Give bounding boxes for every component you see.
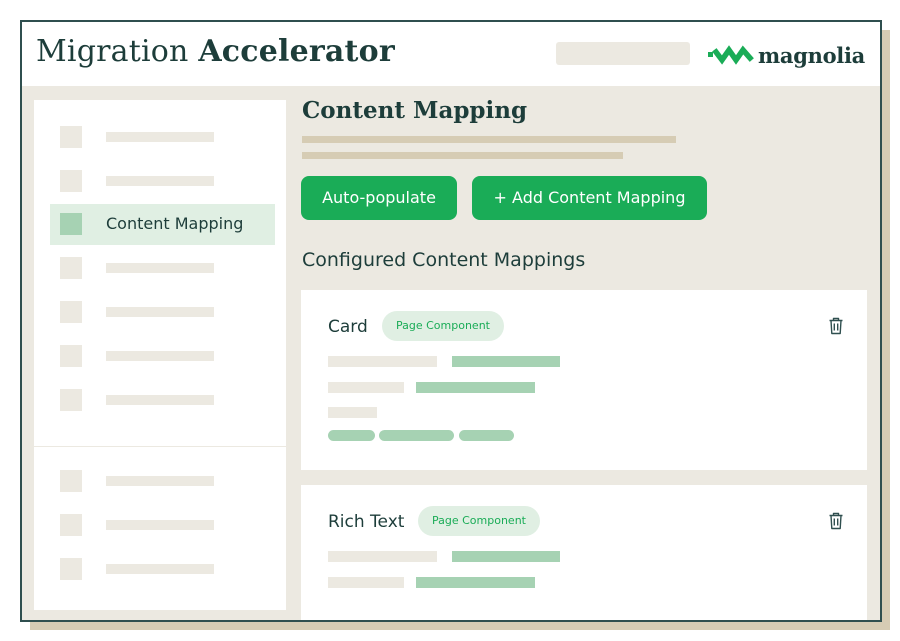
add-content-mapping-button[interactable]: + Add Content Mapping <box>472 176 707 220</box>
sidebar-item-label-placeholder <box>106 176 214 186</box>
field-label-placeholder <box>328 577 404 588</box>
mapping-card: Rich Text Page Component <box>301 485 867 620</box>
sidebar-item-label-placeholder <box>106 520 214 530</box>
sidebar-item-icon <box>60 558 82 580</box>
trash-icon[interactable] <box>828 317 844 335</box>
sidebar-item-content-mapping[interactable]: Content Mapping <box>50 204 275 245</box>
app-title-regular: Migration <box>36 34 189 69</box>
sidebar-item-icon <box>60 126 82 148</box>
sidebar-item[interactable] <box>34 248 286 288</box>
sidebar-item-label-placeholder <box>106 132 214 142</box>
sidebar-item-icon <box>60 470 82 492</box>
trash-icon[interactable] <box>828 512 844 530</box>
sidebar: Content Mapping <box>34 100 286 610</box>
app-title-bold: Accelerator <box>198 34 395 69</box>
brand-name: magnolia <box>758 42 865 68</box>
sidebar-item-label-placeholder <box>106 476 214 486</box>
sidebar-item-label-placeholder <box>106 351 214 361</box>
sidebar-item[interactable] <box>34 336 286 376</box>
field-label-placeholder <box>328 382 404 393</box>
mapping-name: Card <box>328 317 368 337</box>
sidebar-item-icon <box>60 257 82 279</box>
app-header: Migration Accelerator magnolia <box>22 22 880 86</box>
field-value-placeholder <box>416 577 535 588</box>
sidebar-bottom-item[interactable] <box>34 549 286 589</box>
sidebar-item[interactable] <box>34 380 286 420</box>
tag-placeholder <box>459 430 514 441</box>
field-label-placeholder <box>328 407 377 418</box>
sidebar-item-label-placeholder <box>106 564 214 574</box>
app-window: Migration Accelerator magnolia Content M… <box>20 20 882 622</box>
sidebar-item-label-placeholder <box>106 263 214 273</box>
description-placeholder <box>302 152 623 159</box>
magnolia-logo-icon <box>708 45 754 65</box>
sidebar-item-icon <box>60 301 82 323</box>
app-title: Migration Accelerator <box>36 34 395 69</box>
field-value-placeholder <box>452 551 560 562</box>
sidebar-divider <box>34 446 286 447</box>
mapping-type-badge: Page Component <box>382 311 504 341</box>
header-placeholder <box>556 42 690 65</box>
section-title: Configured Content Mappings <box>302 249 586 271</box>
field-value-placeholder <box>416 382 535 393</box>
sidebar-item-icon <box>60 170 82 192</box>
brand-logo[interactable]: magnolia <box>708 40 865 70</box>
auto-populate-button[interactable]: Auto-populate <box>301 176 457 220</box>
mapping-card: Card Page Component <box>301 290 867 470</box>
sidebar-item[interactable] <box>34 161 286 201</box>
field-label-placeholder <box>328 551 437 562</box>
page-title: Content Mapping <box>302 97 528 124</box>
sidebar-item-icon <box>60 514 82 536</box>
sidebar-item[interactable] <box>34 117 286 157</box>
mapping-name: Rich Text <box>328 512 405 532</box>
sidebar-bottom-item[interactable] <box>34 505 286 545</box>
field-value-placeholder <box>452 356 560 367</box>
field-label-placeholder <box>328 356 437 367</box>
sidebar-item-icon <box>60 389 82 411</box>
sidebar-bottom-item[interactable] <box>34 461 286 501</box>
description-placeholder <box>302 136 676 143</box>
sidebar-item-label-placeholder <box>106 307 214 317</box>
sidebar-item-icon <box>60 213 82 235</box>
tag-placeholder <box>328 430 375 441</box>
tag-placeholder <box>379 430 454 441</box>
sidebar-item-label: Content Mapping <box>106 214 244 233</box>
mapping-type-badge: Page Component <box>418 506 540 536</box>
sidebar-item-icon <box>60 345 82 367</box>
sidebar-item-label-placeholder <box>106 395 214 405</box>
sidebar-item[interactable] <box>34 292 286 332</box>
